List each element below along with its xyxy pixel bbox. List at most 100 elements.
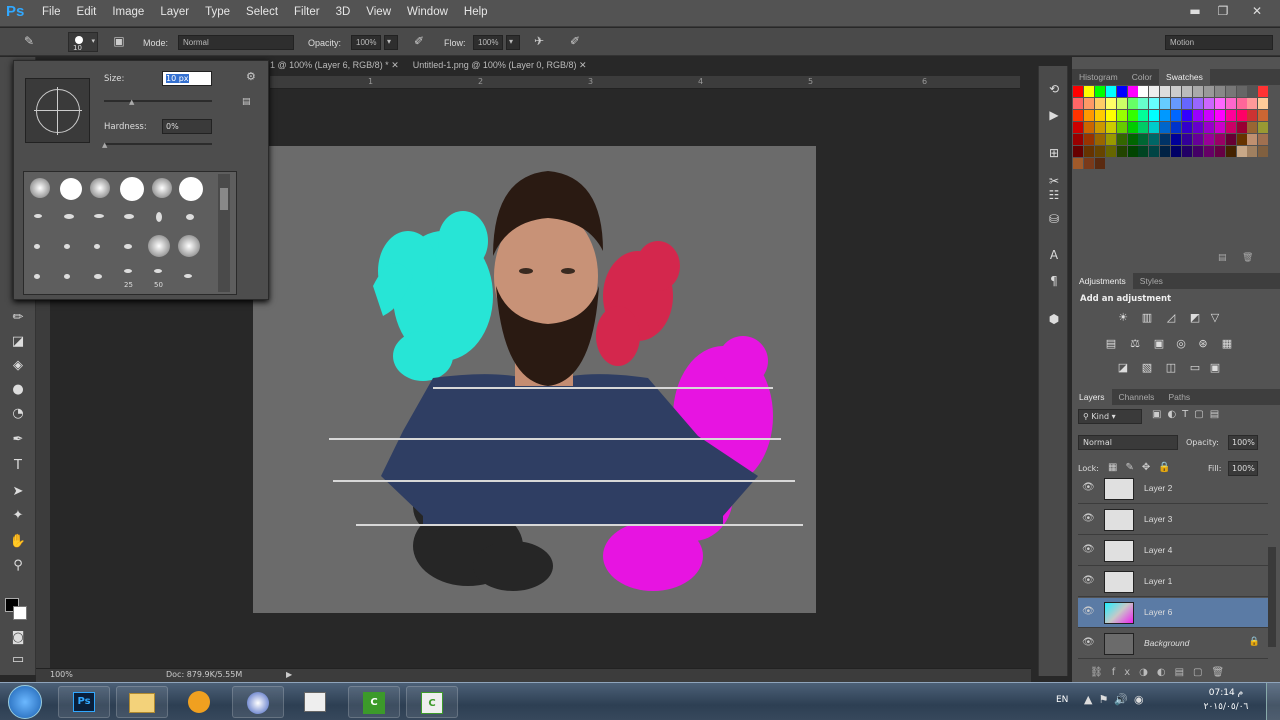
swatch[interactable] <box>1236 134 1247 145</box>
swatch[interactable] <box>1149 86 1160 97</box>
tab-document-1[interactable]: 1 @ 100% (Layer 6, RGB/8) * ✕ <box>270 60 399 76</box>
lock-icons[interactable]: ▦✎✥🔒 <box>1108 462 1179 473</box>
layer-row[interactable]: 👁 Layer 2 <box>1078 474 1268 504</box>
swatch[interactable] <box>1171 86 1182 97</box>
brush-preset-small[interactable] <box>124 214 134 219</box>
swatch[interactable] <box>1073 134 1083 145</box>
swatch[interactable] <box>1138 98 1149 109</box>
swatch[interactable] <box>1160 134 1171 145</box>
swatch[interactable] <box>1094 158 1105 169</box>
screen-mode-icon[interactable]: ▭ <box>8 651 28 669</box>
swatch[interactable] <box>1247 146 1258 157</box>
swatch[interactable] <box>1214 134 1225 145</box>
swatch[interactable] <box>1138 110 1149 121</box>
swatch[interactable] <box>1105 86 1116 97</box>
layer-row[interactable]: 👁 Layer 4 <box>1078 536 1268 566</box>
brush-preset-small[interactable] <box>34 214 42 218</box>
swatch[interactable] <box>1236 86 1247 97</box>
show-desktop-button[interactable] <box>1266 683 1280 720</box>
dodge-tool-icon[interactable]: ◔ <box>8 405 28 423</box>
swatch[interactable] <box>1138 86 1149 97</box>
menu-select[interactable]: Select <box>246 6 278 18</box>
taskbar-explorer[interactable] <box>116 686 168 718</box>
canvas[interactable] <box>253 146 816 613</box>
tab-color[interactable]: Color <box>1125 69 1159 85</box>
invert-icon[interactable]: ◪ <box>1114 361 1132 377</box>
swatch[interactable] <box>1149 98 1160 109</box>
swatch[interactable] <box>1258 98 1269 109</box>
swatch[interactable] <box>1247 122 1258 133</box>
brush-preset-small[interactable] <box>94 244 100 249</box>
brush-preset-hard[interactable] <box>179 177 203 201</box>
swatch[interactable] <box>1225 98 1236 109</box>
swatch[interactable] <box>1192 122 1203 133</box>
swatch[interactable] <box>1203 98 1214 109</box>
hardness-slider[interactable] <box>104 143 212 145</box>
restore-icon[interactable]: ❐ <box>1214 4 1232 20</box>
tab-swatches[interactable]: Swatches <box>1159 69 1210 85</box>
swatch[interactable] <box>1138 122 1149 133</box>
menu-view[interactable]: View <box>366 6 391 18</box>
brush-panel-icon[interactable]: ▣ <box>110 34 128 50</box>
posterize-icon[interactable]: ▧ <box>1138 361 1156 377</box>
swatch[interactable] <box>1116 146 1127 157</box>
eye-icon[interactable]: 👁 <box>1082 482 1095 493</box>
channel-mixer-icon[interactable]: ⊛ <box>1194 337 1212 353</box>
paragraph-icon[interactable]: ¶ <box>1045 274 1063 292</box>
swatch[interactable] <box>1094 98 1105 109</box>
brush-preset-small[interactable] <box>186 214 194 220</box>
layer-filter-icons[interactable]: ▣◐T▢▤ <box>1152 409 1225 420</box>
swatch[interactable] <box>1258 122 1269 133</box>
swatch[interactable] <box>1105 146 1116 157</box>
swatch[interactable] <box>1182 86 1192 97</box>
menu-type[interactable]: Type <box>205 6 230 18</box>
swatch[interactable] <box>1247 110 1258 121</box>
zoom-level[interactable]: 100% <box>50 670 73 679</box>
tab-document-2[interactable]: Untitled-1.png @ 100% (Layer 0, RGB/8) ✕ <box>413 60 587 76</box>
brush-preset-soft[interactable] <box>178 235 200 257</box>
swatch[interactable] <box>1149 110 1160 121</box>
brush-preset-small[interactable] <box>154 269 162 273</box>
eye-icon[interactable]: 👁 <box>1082 637 1095 648</box>
flow-input[interactable]: 100% <box>473 35 503 50</box>
brush-preset-soft[interactable] <box>148 235 170 257</box>
tab-layers[interactable]: Layers <box>1072 389 1112 405</box>
zoom-tool-icon[interactable]: ⚲ <box>8 557 28 575</box>
brush-preset-small[interactable] <box>156 212 162 222</box>
menu-help[interactable]: Help <box>464 6 488 18</box>
actions-play-icon[interactable]: ▶ <box>1045 108 1063 126</box>
menu-3d[interactable]: 3D <box>336 6 351 18</box>
taskbar-calendar[interactable] <box>290 686 342 718</box>
swatch[interactable] <box>1160 110 1171 121</box>
photo-filter-icon[interactable]: ◎ <box>1172 337 1190 353</box>
layers-scrollbar[interactable] <box>1268 547 1276 647</box>
hue-saturation-icon[interactable]: ▤ <box>1102 337 1120 353</box>
swatch[interactable] <box>1149 146 1160 157</box>
swatch[interactable] <box>1105 122 1116 133</box>
swatch[interactable] <box>1127 146 1138 157</box>
swatch[interactable] <box>1192 86 1203 97</box>
taskbar-camtasia-recorder[interactable]: C <box>406 686 458 718</box>
type-tool-icon[interactable]: T <box>8 457 28 475</box>
start-button[interactable] <box>8 685 42 719</box>
swatch[interactable] <box>1073 98 1083 109</box>
swatch[interactable] <box>1203 110 1214 121</box>
swatch[interactable] <box>1236 110 1247 121</box>
hardness-slider-handle[interactable]: ▲ <box>102 141 107 149</box>
tab-paths[interactable]: Paths <box>1161 389 1197 405</box>
swatch[interactable] <box>1073 146 1083 157</box>
swatch[interactable] <box>1094 134 1105 145</box>
pressure-opacity-icon[interactable]: ✐ <box>410 34 428 50</box>
minimize-icon[interactable]: ▬ <box>1186 4 1204 20</box>
color-balance-icon[interactable]: ⚖ <box>1126 337 1144 353</box>
size-input[interactable]: 10 px <box>162 71 212 86</box>
swatch[interactable] <box>1105 110 1116 121</box>
brush-preset-small[interactable] <box>64 214 74 219</box>
swatch[interactable] <box>1182 134 1192 145</box>
taskbar-app[interactable] <box>232 686 284 718</box>
menu-file[interactable]: File <box>42 6 61 18</box>
swatch[interactable] <box>1203 122 1214 133</box>
brightness-icon[interactable]: ☀ <box>1114 311 1132 327</box>
brush-preset-soft[interactable] <box>30 178 50 198</box>
selective-color-icon[interactable]: ▣ <box>1206 361 1224 377</box>
